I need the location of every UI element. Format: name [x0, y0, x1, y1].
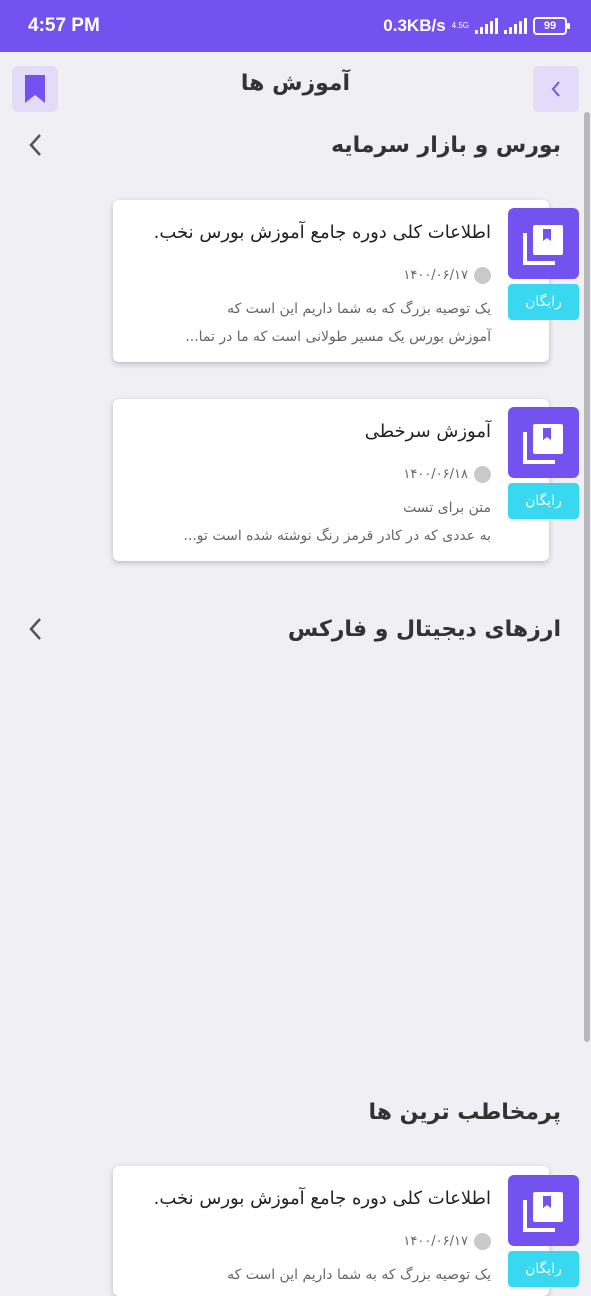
course-title: اطلاعات کلی دوره جامع آموزش بورس نخب.	[153, 1188, 491, 1209]
course-date: ۱۴۰۰/۰۶/۱۷	[403, 268, 468, 283]
section-title-stock-market: بورس و بازار سرمایه	[331, 133, 561, 158]
course-title: اطلاعات کلی دوره جامع آموزش بورس نخب.	[153, 222, 491, 243]
course-meta: ۱۴۰۰/۰۶/۱۷	[403, 267, 491, 284]
free-badge: رایگان	[508, 1251, 579, 1287]
app-header: آموزش ها	[0, 52, 591, 122]
signal-icon	[475, 18, 498, 34]
course-date: ۱۴۰۰/۰۶/۱۸	[403, 467, 468, 482]
battery-icon: 99	[533, 17, 570, 35]
course-card[interactable]: اطلاعات کلی دوره جامع آموزش بورس نخب. ۱۴…	[113, 1166, 549, 1296]
course-card[interactable]: آموزش سرخطی ۱۴۰۰/۰۶/۱۸ متن برای تست به ع…	[113, 399, 549, 561]
course-card[interactable]: اطلاعات کلی دوره جامع آموزش بورس نخب. ۱۴…	[113, 200, 549, 362]
date-dot-icon	[474, 267, 491, 284]
library-books-icon	[522, 1191, 563, 1232]
course-meta: ۱۴۰۰/۰۶/۱۸	[403, 466, 491, 483]
network-type: 4.5G	[451, 21, 469, 30]
description-line: یک توصیه بزرگ که به شما داریم این است که	[227, 301, 491, 317]
course-description: متن برای تست به عددی که در کادر قرمز رنگ…	[151, 494, 491, 550]
course-description: یک توصیه بزرگ که به شما داریم این است که…	[151, 295, 491, 351]
section-title-most-popular: پرمخاطب ترین ها	[368, 1100, 561, 1125]
status-right: 0.3KB/s 4.5G 99	[383, 14, 570, 38]
section-more-arrow-icon[interactable]	[26, 133, 46, 157]
scrollbar[interactable]	[584, 112, 590, 1042]
library-books-icon	[522, 224, 563, 265]
course-date: ۱۴۰۰/۰۶/۱۷	[403, 1234, 468, 1249]
section-title-crypto-forex: ارزهای دیجیتال و فارکس	[287, 617, 561, 642]
date-dot-icon	[474, 1233, 491, 1250]
chevron-left-icon	[551, 81, 560, 97]
back-button[interactable]	[533, 66, 579, 112]
section-more-arrow-icon[interactable]	[26, 617, 46, 641]
status-bar: 4:57 PM 0.3KB/s 4.5G 99	[0, 0, 591, 52]
page-title: آموزش ها	[240, 71, 351, 96]
course-thumbnail[interactable]	[508, 208, 579, 279]
description-line: آموزش بورس یک مسیر طولانی است که ما در ت…	[185, 329, 491, 345]
description-line: به عددی که در کادر قرمز رنگ نوشته شده اس…	[183, 528, 491, 544]
free-badge: رایگان	[508, 483, 579, 519]
course-title: آموزش سرخطی	[364, 421, 491, 442]
signal-icon-2	[504, 18, 527, 34]
description-line: متن برای تست	[403, 500, 491, 516]
course-thumbnail[interactable]	[508, 407, 579, 478]
status-time: 4:57 PM	[28, 15, 100, 36]
library-books-icon	[522, 423, 563, 464]
description-line: یک توصیه بزرگ که به شما داریم این است که	[227, 1267, 491, 1283]
course-description: یک توصیه بزرگ که به شما داریم این است که	[151, 1261, 491, 1289]
course-meta: ۱۴۰۰/۰۶/۱۷	[403, 1233, 491, 1250]
date-dot-icon	[474, 466, 491, 483]
course-thumbnail[interactable]	[508, 1175, 579, 1246]
free-badge: رایگان	[508, 284, 579, 320]
network-speed: 0.3KB/s	[383, 16, 446, 35]
